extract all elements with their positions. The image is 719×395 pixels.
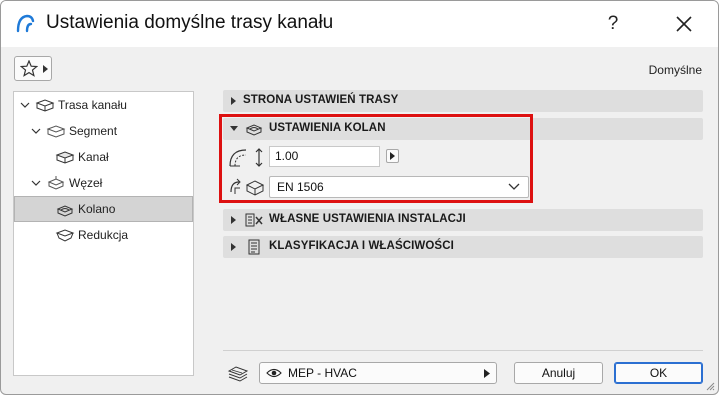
footer-divider bbox=[223, 350, 703, 351]
tree-item-label: Segment bbox=[69, 124, 118, 138]
cancel-button[interactable]: Anuluj bbox=[514, 362, 603, 384]
chevron-down-icon bbox=[31, 180, 41, 186]
highlight-annotation bbox=[219, 114, 533, 203]
triangle-right-icon bbox=[231, 243, 236, 251]
tree-item-duct-route[interactable]: Trasa kanału bbox=[16, 93, 191, 117]
tree-item-duct[interactable]: Kanał bbox=[16, 145, 191, 169]
help-button[interactable]: ? bbox=[593, 9, 633, 39]
layer-select[interactable]: MEP - HVAC bbox=[259, 362, 497, 384]
app-logo-icon bbox=[16, 14, 35, 33]
dialog-title: Ustawienia domyślne trasy kanału bbox=[46, 12, 334, 33]
duct-route-icon bbox=[35, 99, 55, 112]
title-bar: Ustawienia domyślne trasy kanału ? bbox=[1, 1, 718, 47]
panel-custom-settings-header[interactable]: WŁASNE USTAWIENIA INSTALACJI bbox=[223, 209, 703, 231]
panel-route-settings-header[interactable]: STRONA USTAWIEŃ TRASY bbox=[223, 90, 703, 112]
preset-name-label: Domyślne bbox=[648, 63, 702, 77]
tree-item-node[interactable]: Węzeł bbox=[16, 171, 191, 195]
classification-icon bbox=[248, 239, 260, 255]
node-icon bbox=[47, 176, 65, 190]
tree-item-label: Redukcja bbox=[78, 228, 129, 242]
settings-tree: Trasa kanału Segment Kanał Węzeł Kolano … bbox=[13, 91, 194, 376]
favorites-button[interactable] bbox=[14, 56, 52, 81]
eye-icon bbox=[266, 368, 282, 378]
panel-route-settings-label: STRONA USTAWIEŃ TRASY bbox=[243, 94, 399, 106]
layer-select-value: MEP - HVAC bbox=[288, 366, 357, 380]
elbow-icon bbox=[56, 205, 74, 217]
layers-icon bbox=[227, 366, 249, 382]
star-icon bbox=[20, 60, 38, 77]
custom-settings-icon bbox=[245, 213, 263, 227]
tree-item-segment[interactable]: Segment bbox=[16, 119, 191, 143]
triangle-right-icon bbox=[231, 216, 236, 224]
chevron-down-icon bbox=[31, 128, 41, 134]
chevron-down-icon bbox=[20, 102, 30, 108]
tree-item-label: Trasa kanału bbox=[58, 98, 127, 112]
reducer-icon bbox=[55, 229, 75, 242]
close-icon[interactable] bbox=[664, 9, 704, 39]
tree-item-elbow[interactable]: Kolano bbox=[14, 196, 193, 222]
tree-item-label: Kanał bbox=[78, 150, 109, 164]
chevron-right-icon bbox=[43, 65, 48, 73]
dialog-window: Ustawienia domyślne trasy kanału ? Domyś… bbox=[0, 0, 719, 395]
panel-custom-settings-label: WŁASNE USTAWIENIA INSTALACJI bbox=[269, 213, 466, 225]
segment-icon bbox=[46, 125, 66, 138]
tree-item-reducer[interactable]: Redukcja bbox=[16, 223, 191, 247]
tree-item-label: Kolano bbox=[78, 202, 116, 216]
panel-classification-header[interactable]: KLASYFIKACJA I WŁAŚCIWOŚCI bbox=[223, 236, 703, 258]
ok-button[interactable]: OK bbox=[614, 362, 703, 384]
chevron-right-icon bbox=[484, 369, 490, 378]
panel-classification-label: KLASYFIKACJA I WŁAŚCIWOŚCI bbox=[269, 240, 454, 252]
resize-grip-icon[interactable] bbox=[705, 381, 715, 391]
tree-item-label: Węzeł bbox=[69, 176, 103, 190]
triangle-right-icon bbox=[231, 97, 236, 105]
duct-icon bbox=[55, 151, 75, 164]
